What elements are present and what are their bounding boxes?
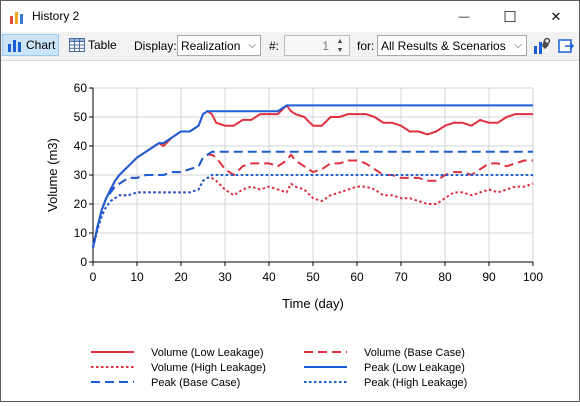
for-label: for:: [357, 39, 375, 53]
x-tick-label: 0: [90, 270, 97, 284]
window-title: History 2: [32, 9, 80, 23]
maximize-button[interactable]: ☐: [487, 1, 533, 32]
y-tick-label: 40: [74, 139, 88, 153]
legend-label: Volume (High Leakage): [151, 362, 266, 374]
y-axis-label: Volume (m3): [45, 138, 60, 212]
y-tick-label: 60: [74, 81, 88, 95]
x-tick-label: 20: [174, 270, 188, 284]
results-scenarios-value: All Results & Scenarios: [381, 38, 506, 53]
realization-number-spinner[interactable]: 1 ▲ ▼: [284, 35, 350, 56]
spin-down-icon[interactable]: ▼: [333, 46, 347, 55]
results-scenarios-dropdown[interactable]: All Results & Scenarios ⌵: [377, 35, 527, 56]
x-tick-label: 80: [438, 270, 452, 284]
history-window: History 2 — ☐ ✕ Chart Table Display: Rea…: [0, 0, 580, 402]
minimize-button[interactable]: —: [441, 1, 487, 32]
close-button[interactable]: ✕: [533, 1, 579, 32]
bar-chart-app-icon: [10, 12, 23, 24]
x-tick-label: 40: [262, 270, 276, 284]
display-label: Display:: [134, 39, 177, 53]
chart-panel: 0 10 20 30 40 50 60 70 80 90 100 0 10 20 30 40 50 60 Time …: [1, 61, 579, 401]
x-tick-label: 70: [394, 270, 408, 284]
chart-icon: [8, 40, 21, 52]
y-tick-label: 50: [74, 110, 88, 124]
x-tick-label: 50: [306, 270, 320, 284]
toolbar: Chart Table Display: Realization ⌵ #: 1 …: [1, 32, 579, 61]
display-value: Realization: [181, 38, 241, 53]
chevron-down-icon: ⌵: [248, 40, 256, 51]
legend-label: Volume (Low Leakage): [151, 347, 264, 359]
close-icon: ✕: [550, 8, 562, 24]
x-tick-label: 90: [482, 270, 496, 284]
history-chart[interactable]: 0 10 20 30 40 50 60 70 80 90 100 0 10 20 30 40 50 60 Time …: [1, 61, 579, 401]
x-axis-label: Time (day): [282, 296, 344, 311]
maximize-icon: ☐: [503, 8, 517, 26]
y-tick-label: 0: [80, 255, 87, 269]
table-view-label: Table: [88, 38, 117, 52]
legend-label: Volume (Base Case): [364, 347, 465, 359]
display-dropdown[interactable]: Realization ⌵: [177, 35, 261, 56]
x-tick-label: 30: [218, 270, 232, 284]
x-tick-label: 60: [350, 270, 364, 284]
chart-view-label: Chart: [26, 38, 56, 52]
x-tick-label: 100: [523, 270, 543, 284]
export-icon[interactable]: [557, 37, 575, 55]
realization-number-value: 1: [322, 39, 329, 53]
minimize-icon: —: [458, 10, 470, 23]
title-bar[interactable]: History 2 — ☐ ✕: [1, 1, 579, 32]
y-tick-label: 30: [74, 168, 88, 182]
number-label: #:: [269, 39, 280, 53]
spin-up-icon[interactable]: ▲: [333, 37, 347, 46]
legend-label: Peak (High Leakage): [364, 377, 467, 389]
legend-label: Peak (Low Leakage): [364, 362, 465, 374]
table-icon: [69, 38, 85, 52]
y-tick-label: 10: [74, 226, 88, 240]
chart-properties-icon[interactable]: [533, 37, 551, 55]
chevron-down-icon: ⌵: [514, 40, 522, 51]
x-tick-label: 10: [130, 270, 144, 284]
chart-view-button[interactable]: Chart: [2, 34, 59, 56]
table-view-button[interactable]: Table: [67, 34, 121, 56]
y-tick-label: 20: [74, 197, 88, 211]
legend-label: Peak (Base Case): [151, 377, 240, 389]
